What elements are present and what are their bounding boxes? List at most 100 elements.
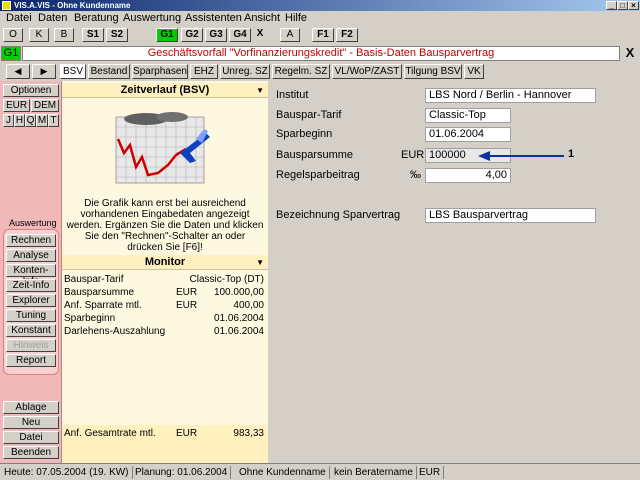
toolbar-s1-button[interactable]: S1: [82, 28, 104, 42]
monitor-dropdown-icon[interactable]: ▼: [256, 255, 264, 270]
optionen-button[interactable]: Optionen: [3, 84, 59, 97]
status-today: Heute: 07.05.2004 (19. KW): [4, 466, 133, 479]
close-window-button[interactable]: ×: [628, 1, 639, 10]
neu-button[interactable]: Neu: [3, 416, 59, 429]
bezeichnung-field[interactable]: LBS Bausparvertrag: [425, 208, 596, 223]
monitor-row-value: 01.06.2004: [213, 326, 264, 337]
tab-vl-wop-zast[interactable]: VL/WoP/ZAST: [332, 64, 402, 79]
toolbar-f1-button[interactable]: F1: [312, 28, 334, 42]
bausparsumme-label: Bausparsumme: [276, 149, 354, 161]
period-q-button[interactable]: Q: [25, 114, 36, 127]
konten-info-button[interactable]: Konten-Info: [6, 264, 56, 287]
sidebar: Optionen EUR DEM J H Q M T Auswertung Re…: [0, 81, 62, 463]
toolbar-g1-button[interactable]: G1: [156, 28, 178, 42]
middle-panel: Zeitverlauf (BSV) ▼ Die Grafik kann erst…: [62, 81, 268, 463]
menu-hilfe[interactable]: Hilfe: [285, 12, 307, 24]
monitor-row-unit: EUR: [176, 300, 198, 311]
toolbar-b-button[interactable]: B: [54, 28, 74, 42]
nav-next-button[interactable]: ▶: [32, 64, 56, 79]
menu-datei[interactable]: Datei: [6, 12, 32, 24]
currency-dem-button[interactable]: DEM: [31, 99, 59, 112]
menu-assistenten[interactable]: Assistenten: [185, 12, 242, 24]
window-title: VIS.A.VIS - Ohne Kundenname: [14, 1, 131, 10]
menu-beratung[interactable]: Beratung: [74, 12, 119, 24]
minimize-button[interactable]: _: [606, 1, 617, 10]
monitor-row-label: Bausparsumme: [64, 287, 135, 298]
tarif-field[interactable]: Classic-Top: [425, 108, 511, 123]
view-badge: G1: [1, 46, 21, 61]
rechnen-button[interactable]: Rechnen: [6, 234, 56, 247]
ablage-button[interactable]: Ablage: [3, 401, 59, 414]
explorer-button[interactable]: Explorer: [6, 294, 56, 307]
zeit-info-button[interactable]: Zeit-Info: [6, 279, 56, 292]
auswertung-label: Auswertung: [9, 218, 57, 228]
tuning-button[interactable]: Tuning: [6, 309, 56, 322]
beenden-button[interactable]: Beenden: [3, 446, 59, 459]
konstant-button[interactable]: Konstant: [6, 324, 56, 337]
menu-ansicht[interactable]: Ansicht: [244, 12, 280, 24]
close-view-button[interactable]: X: [622, 46, 638, 61]
zeitverlauf-header: Zeitverlauf (BSV) ▼: [62, 83, 268, 98]
nav-prev-button[interactable]: ◀: [6, 64, 30, 79]
period-t-button[interactable]: T: [48, 114, 59, 127]
toolbar-g2-button[interactable]: G2: [181, 28, 203, 42]
period-j-button[interactable]: J: [3, 114, 14, 127]
toolbar: O K B S1 S2 G1 G2 G3 G4 X A F1 F2: [0, 27, 640, 43]
monitor-row: Bauspar-Tarif Classic-Top (DT): [64, 274, 264, 286]
menu-daten[interactable]: Daten: [38, 12, 67, 24]
bausparsumme-unit: EUR: [401, 149, 425, 161]
toolbar-a-button[interactable]: A: [280, 28, 300, 42]
maximize-button[interactable]: □: [617, 1, 628, 10]
page-title: Geschäftsvorfall "Vorfinanzierungskredit…: [22, 46, 620, 61]
currency-eur-button[interactable]: EUR: [3, 99, 30, 112]
tab-bestand[interactable]: Bestand: [88, 64, 130, 79]
tab-regelm-sz[interactable]: Regelm. SZ: [272, 64, 330, 79]
period-m-button[interactable]: M: [36, 114, 48, 127]
monitor-total-row: Anf. Gesamtrate mtl. EUR 983,33: [64, 428, 264, 440]
monitor-row-value: 01.06.2004: [213, 313, 264, 324]
sparbeginn-label: Sparbeginn: [276, 128, 333, 140]
monitor-total-label: Anf. Gesamtrate mtl.: [64, 428, 156, 439]
toolbar-g4-button[interactable]: G4: [229, 28, 251, 42]
monitor-total-unit: EUR: [176, 428, 198, 439]
monitor-total-bar: Anf. Gesamtrate mtl. EUR 983,33: [62, 425, 268, 463]
menu-auswertung[interactable]: Auswertung: [123, 12, 181, 24]
toolbar-g3-button[interactable]: G3: [205, 28, 227, 42]
institut-field[interactable]: LBS Nord / Berlin - Hannover: [425, 88, 596, 103]
status-berater: kein Beratername: [334, 466, 417, 479]
monitor-total-value: 983,33: [233, 428, 264, 439]
tab-vk[interactable]: VK: [464, 64, 484, 79]
annotation-number: 1: [568, 148, 575, 160]
tab-tilgung-bsv[interactable]: Tilgung BSV: [404, 64, 462, 79]
tab-sparphasen[interactable]: Sparphasen: [132, 64, 188, 79]
menu-bar: Datei Daten Beratung Auswertung Assisten…: [0, 11, 640, 27]
sparbeginn-field[interactable]: 01.06.2004: [425, 127, 511, 142]
toolbar-f2-button[interactable]: F2: [336, 28, 358, 42]
institut-label: Institut: [276, 89, 309, 101]
toolbar-o-button[interactable]: O: [3, 28, 23, 42]
status-kunde: Ohne Kundenname: [239, 466, 330, 479]
period-h-button[interactable]: H: [14, 114, 25, 127]
chart-placeholder-graphic: [115, 112, 210, 184]
toolbar-k-button[interactable]: K: [29, 28, 49, 42]
datei-button[interactable]: Datei: [3, 431, 59, 444]
monitor-row-value: Classic-Top (DT): [189, 274, 264, 285]
monitor-row-unit: EUR: [176, 287, 198, 298]
monitor-row-label: Sparbeginn: [64, 313, 116, 324]
tab-ehz[interactable]: EHZ: [190, 64, 218, 79]
report-button[interactable]: Report: [6, 354, 56, 367]
monitor-row: Anf. Sparrate mtl. EUR 400,00: [64, 300, 264, 312]
monitor-row: Bausparsumme EUR 100.000,00: [64, 287, 264, 299]
analyse-button[interactable]: Analyse: [6, 249, 56, 262]
tab-unreg-sz[interactable]: Unreg. SZ: [220, 64, 270, 79]
toolbar-s2-button[interactable]: S2: [106, 28, 128, 42]
regelsparbeitrag-field[interactable]: 4,00: [425, 168, 511, 183]
form-panel: Institut LBS Nord / Berlin - Hannover Ba…: [268, 81, 640, 463]
bezeichnung-label: Bezeichnung Sparvertrag: [276, 209, 401, 221]
toolbar-x-button[interactable]: X: [253, 28, 267, 42]
zeitverlauf-dropdown-icon[interactable]: ▼: [256, 83, 264, 98]
tab-row: ◀ ▶ BSV Bestand Sparphasen EHZ Unreg. SZ…: [0, 63, 640, 80]
app-icon: [2, 1, 11, 10]
monitor-header: Monitor ▼: [62, 255, 268, 270]
tab-bsv[interactable]: BSV: [60, 64, 86, 79]
